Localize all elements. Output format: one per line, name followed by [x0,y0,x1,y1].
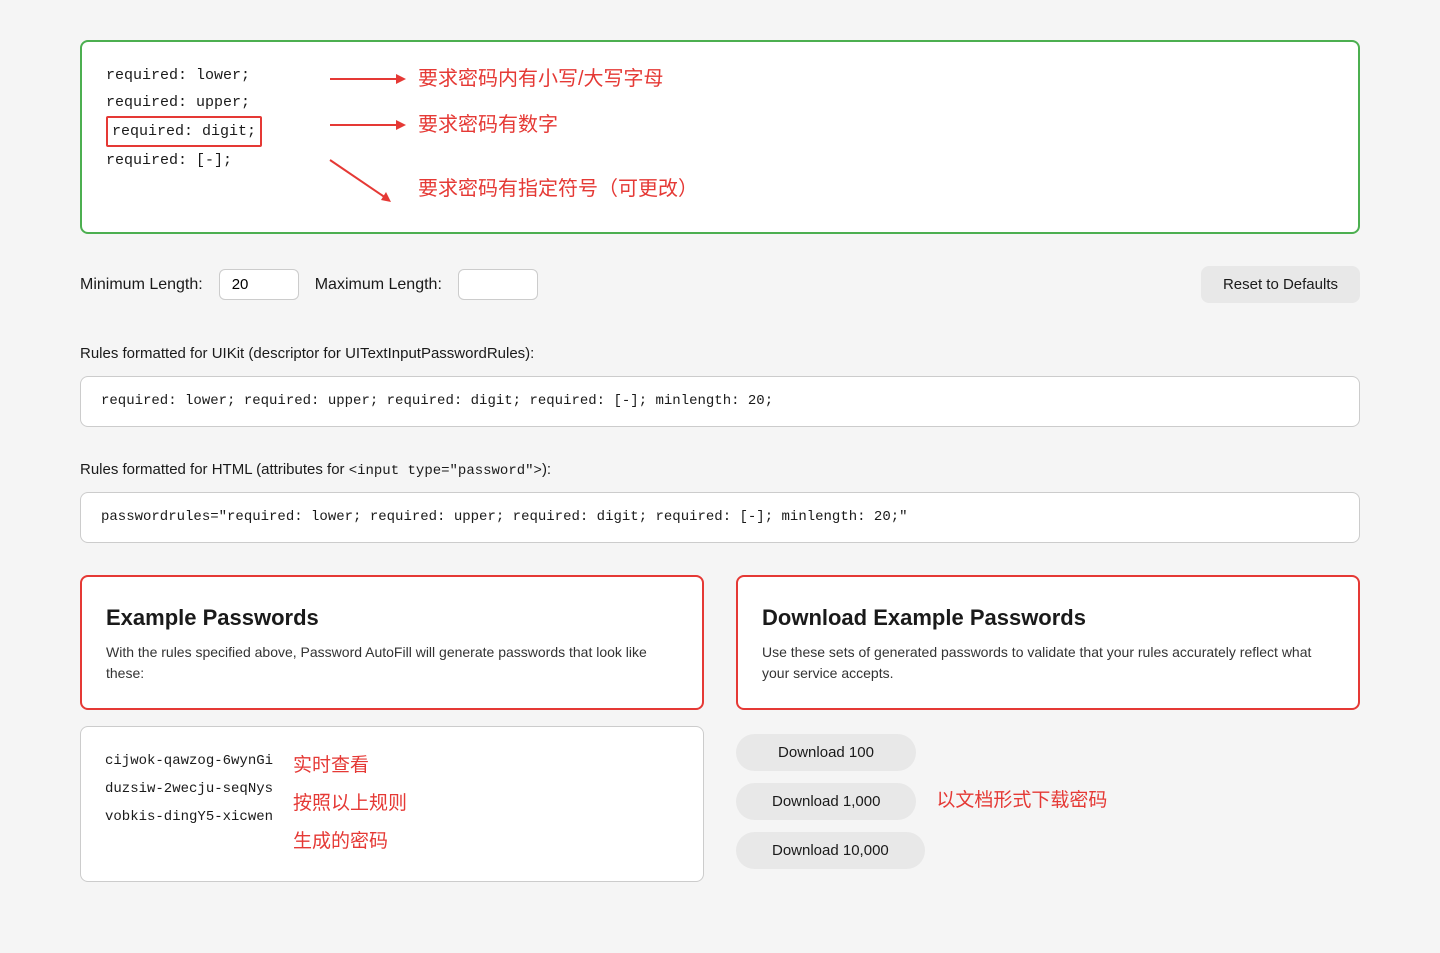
max-length-label: Maximum Length: [315,273,442,297]
code-line-1: required: lower; [106,62,306,89]
passwords-list: cijwok-qawzog-6wynGi duzsiw-2wecju-seqNy… [105,747,273,831]
download-area: Download 100 Download 1,000 以文档形式下载密码 Do… [736,734,1360,869]
code-line-4: required: [-]; [106,147,306,174]
uikit-rules-output: required: lower; required: upper; requir… [80,376,1360,427]
length-row: Minimum Length: Maximum Length: Reset to… [80,266,1360,303]
password-1: cijwok-qawzog-6wynGi [105,747,273,775]
annotation-label-2: 要求密码有数字 [418,110,558,140]
passwords-annotation: 实时查看按照以上规则生成的密码 [293,747,407,861]
annotation-label-1: 要求密码内有小写/大写字母 [418,64,664,94]
password-2: duzsiw-2wecju-seqNys [105,775,273,803]
download-10000-button[interactable]: Download 10,000 [736,832,925,869]
download-annotation: 以文档形式下载密码 [936,787,1107,816]
bottom-panels: Example Passwords With the rules specifi… [80,575,1360,710]
min-length-label: Minimum Length: [80,273,203,297]
download-row-2: Download 1,000 以文档形式下载密码 [736,783,1360,820]
download-buttons-area: Download 100 Download 1,000 以文档形式下载密码 Do… [736,726,1360,882]
uikit-rules-label: Rules formatted for UIKit (descriptor fo… [80,343,1360,366]
arrow-3-icon [326,156,406,204]
reset-defaults-button[interactable]: Reset to Defaults [1201,266,1360,303]
code-line-2: required: upper; [106,89,306,116]
example-passwords-desc: With the rules specified above, Password… [106,642,678,684]
example-passwords-title: Example Passwords [106,601,678,634]
annotation-label-3: 要求密码有指定符号（可更改） [418,174,698,204]
download-row-1: Download 100 [736,734,1360,771]
annotation-box: required: lower; required: upper; requir… [80,40,1360,234]
arrow-1-icon [326,67,406,91]
max-length-input[interactable] [458,269,538,300]
download-row-3: Download 10,000 [736,832,1360,869]
password-3: vobkis-dingY5-xicwen [105,803,273,831]
html-rules-section: Rules formatted for HTML (attributes for… [80,459,1360,543]
annotation-labels: 要求密码内有小写/大写字母 要求密码有数字 要求密码有指定符号（可更改） [306,62,1334,212]
download-1000-button[interactable]: Download 1,000 [736,783,916,820]
arrow-2-icon [326,113,406,137]
example-passwords-panel: Example Passwords With the rules specifi… [80,575,704,710]
code-line-3: required: digit; [106,116,306,147]
download-panel-desc: Use these sets of generated passwords to… [762,642,1334,684]
uikit-rules-section: Rules formatted for UIKit (descriptor fo… [80,343,1360,427]
download-panel: Download Example Passwords Use these set… [736,575,1360,710]
html-rules-label: Rules formatted for HTML (attributes for… [80,459,1360,482]
min-length-input[interactable] [219,269,299,300]
annotation-code-block: required: lower; required: upper; requir… [106,62,306,174]
html-rules-output: passwordrules="required: lower; required… [80,492,1360,543]
download-100-button[interactable]: Download 100 [736,734,916,771]
passwords-box: cijwok-qawzog-6wynGi duzsiw-2wecju-seqNy… [80,726,704,882]
bottom-content: cijwok-qawzog-6wynGi duzsiw-2wecju-seqNy… [80,726,1360,882]
download-panel-title: Download Example Passwords [762,601,1334,634]
